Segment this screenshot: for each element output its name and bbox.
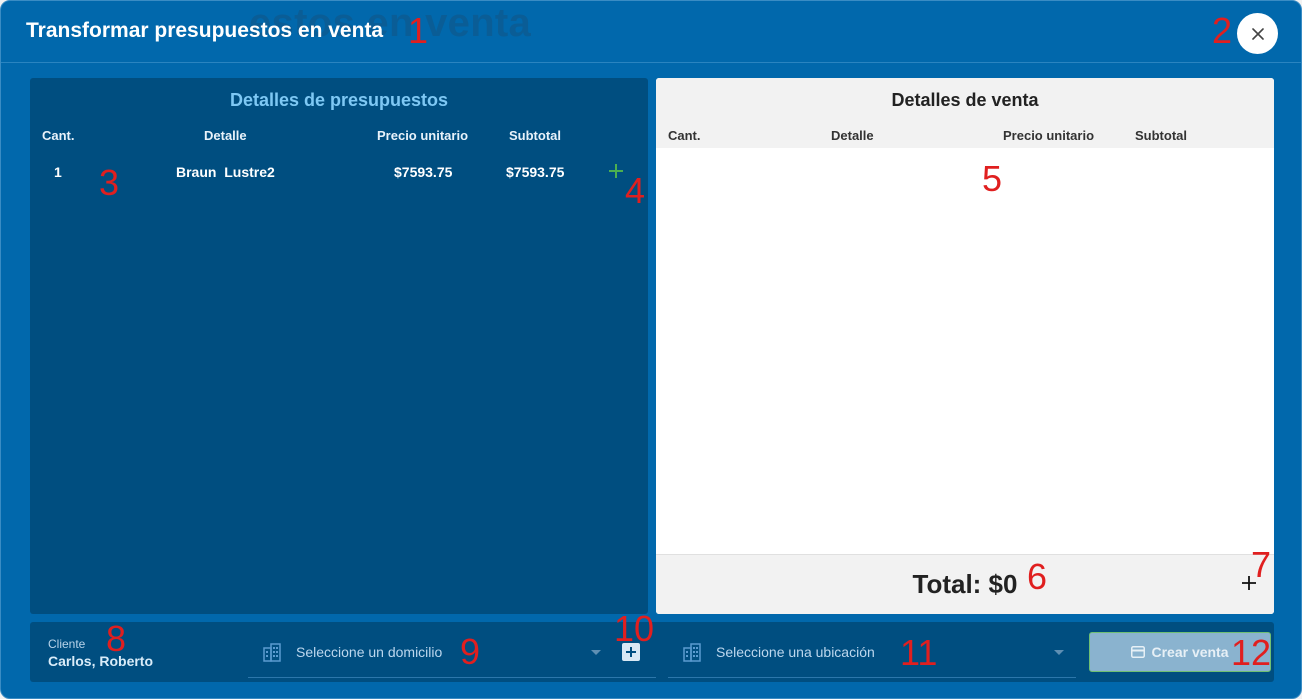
add-to-sale-plus-icon[interactable] — [606, 161, 626, 181]
dialog-title: Transformar presupuestos en venta — [26, 19, 384, 42]
annotation-9: 9 — [460, 631, 481, 672]
annotation-11: 11 — [900, 632, 938, 673]
row-detail: Braun Lustre2 — [176, 164, 275, 180]
sale-total-bar: Total: $0 — [656, 554, 1274, 614]
row-subtotal: $7593.75 — [506, 164, 565, 180]
close-button[interactable] — [1237, 13, 1278, 54]
header-divider — [1, 62, 1301, 63]
close-icon — [1251, 27, 1264, 40]
client-label: Cliente — [48, 637, 86, 651]
credit-card-icon — [1131, 646, 1146, 658]
location-select[interactable]: Seleccione una ubicación — [668, 622, 1076, 678]
sale-details-panel: Detalles de venta Cant. Detalle Precio u… — [656, 78, 1274, 614]
address-select-placeholder: Seleccione un domicilio — [296, 644, 443, 660]
col-header-detail: Detalle — [204, 128, 247, 143]
annotation-6: 6 — [1027, 556, 1048, 597]
annotation-2: 2 — [1212, 10, 1233, 51]
annotation-3: 3 — [99, 162, 120, 203]
building-icon — [683, 643, 701, 662]
row-qty: 1 — [54, 164, 62, 180]
col-header-qty: Cant. — [42, 128, 75, 143]
col-header-subtotal: Subtotal — [509, 128, 561, 143]
col-header-detail: Detalle — [831, 128, 874, 143]
annotation-4: 4 — [625, 170, 646, 211]
client-name: Carlos, Roberto — [48, 653, 154, 669]
sale-total: Total: $0 — [912, 569, 1018, 599]
chevron-down-icon — [591, 650, 601, 655]
building-icon — [263, 643, 281, 662]
annotation-5: 5 — [982, 158, 1003, 199]
col-header-qty: Cant. — [668, 128, 701, 143]
annotation-7: 7 — [1251, 544, 1272, 585]
quote-details-title: Detalles de presupuestos — [229, 90, 449, 110]
col-header-unit-price: Precio unitario — [1003, 128, 1095, 143]
col-header-subtotal: Subtotal — [1135, 128, 1187, 143]
address-select[interactable]: Seleccione un domicilio — [248, 622, 656, 678]
annotation-10: 10 — [614, 608, 655, 649]
annotation-12: 12 — [1231, 632, 1272, 673]
col-header-unit-price: Precio unitario — [377, 128, 469, 143]
annotation-1: 1 — [408, 10, 429, 51]
annotation-8: 8 — [106, 618, 127, 659]
row-unit-price: $7593.75 — [394, 164, 453, 180]
chevron-down-icon — [1054, 650, 1064, 655]
transform-quotes-dialog: estos en venta Transformar presupuestos … — [0, 0, 1302, 699]
location-select-placeholder: Seleccione una ubicación — [716, 644, 875, 660]
create-sale-label: Crear venta — [1151, 644, 1229, 660]
quote-details-panel: Detalles de presupuestos Cant. Detalle P… — [30, 78, 648, 614]
sale-details-title: Detalles de venta — [891, 90, 1039, 110]
